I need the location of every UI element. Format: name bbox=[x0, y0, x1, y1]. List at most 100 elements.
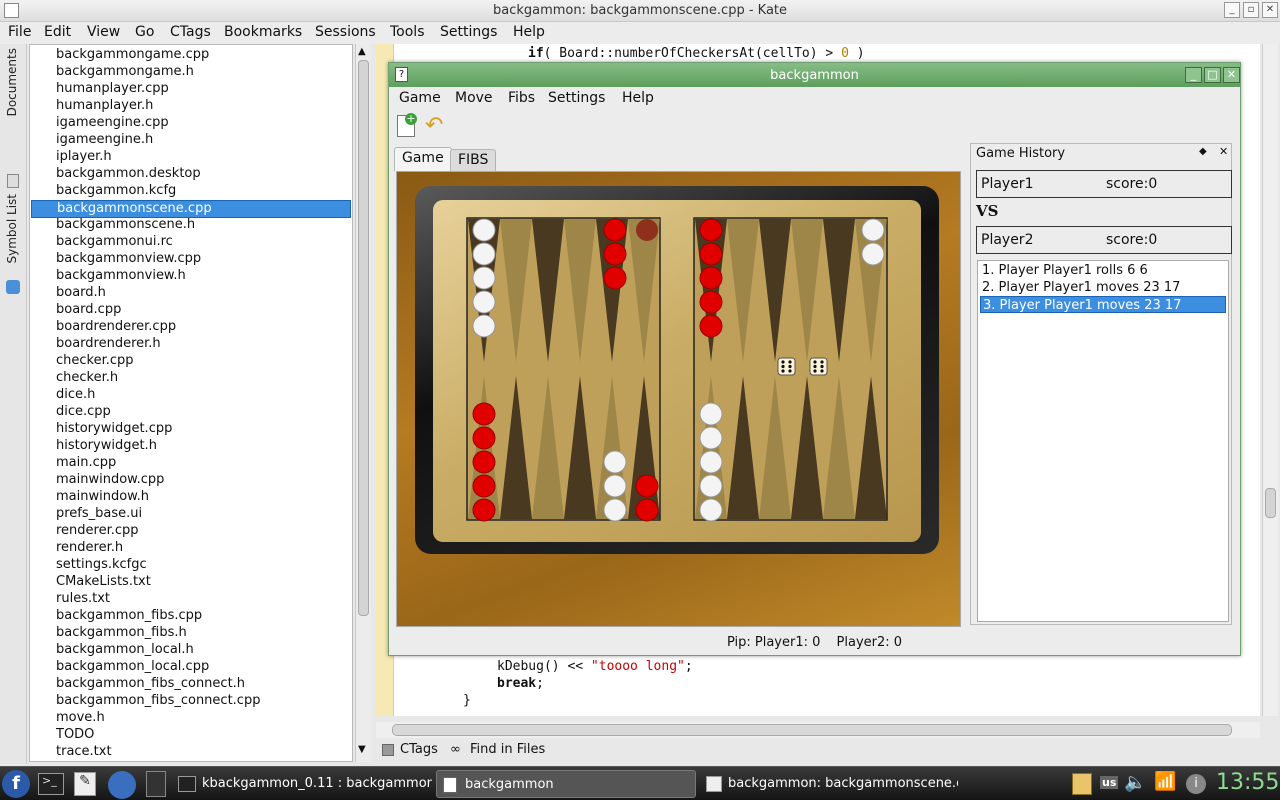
file-item[interactable]: renderer.h bbox=[56, 540, 123, 556]
checker-red-ghost[interactable] bbox=[636, 219, 658, 241]
fedora-menu-icon[interactable]: f bbox=[2, 770, 30, 798]
file-item[interactable]: dice.cpp bbox=[56, 404, 111, 420]
checker-red[interactable] bbox=[603, 218, 627, 242]
network-icon[interactable]: 📶 bbox=[1154, 771, 1176, 792]
file-item[interactable]: board.cpp bbox=[56, 302, 121, 318]
file-item[interactable]: TODO bbox=[56, 727, 94, 743]
terminal-icon[interactable]: >_ bbox=[38, 773, 64, 795]
file-item[interactable]: CMakeLists.txt bbox=[56, 574, 151, 590]
minimize-icon[interactable]: _ bbox=[1224, 2, 1240, 18]
file-item[interactable]: backgammonview.cpp bbox=[56, 251, 201, 267]
tab-game[interactable]: Game bbox=[394, 147, 452, 171]
file-item[interactable]: backgammon.kcfg bbox=[56, 183, 176, 199]
file-item[interactable]: humanplayer.cpp bbox=[56, 81, 169, 97]
checker-white[interactable] bbox=[699, 474, 723, 498]
task-kbackgammon-terminal[interactable]: kbackgammon_0.11 : backgammon bbox=[174, 770, 432, 798]
file-item[interactable]: backgammonview.h bbox=[56, 268, 186, 284]
editor-horizontal-scrollbar[interactable] bbox=[376, 722, 1260, 738]
file-item[interactable]: move.h bbox=[56, 710, 105, 726]
checker-red[interactable] bbox=[472, 402, 496, 426]
tab-ctags[interactable]: CTags bbox=[400, 742, 438, 757]
browser-icon[interactable] bbox=[108, 771, 136, 799]
bg-menu-fibs[interactable]: Fibs bbox=[508, 90, 535, 106]
checker-white[interactable] bbox=[472, 242, 496, 266]
scroll-up-arrow[interactable]: ▲ bbox=[358, 46, 366, 57]
file-item[interactable]: prefs_base.ui bbox=[56, 506, 142, 522]
checker-red[interactable] bbox=[635, 474, 659, 498]
file-item[interactable]: mainwindow.cpp bbox=[56, 472, 164, 488]
menu-bookmarks[interactable]: Bookmarks bbox=[224, 24, 302, 40]
tab-documents[interactable]: Documents bbox=[5, 48, 19, 116]
bg-menu-settings[interactable]: Settings bbox=[548, 90, 605, 106]
history-row[interactable]: 2. Player Player1 moves 23 17 bbox=[980, 279, 1226, 296]
bg-menu-game[interactable]: Game bbox=[399, 90, 441, 106]
file-item[interactable]: backgammon_fibs.cpp bbox=[56, 608, 202, 624]
task-backgammon[interactable]: backgammon bbox=[436, 770, 696, 798]
checker-red[interactable] bbox=[699, 290, 723, 314]
file-item[interactable]: backgammon_local.cpp bbox=[56, 659, 209, 675]
file-item[interactable]: settings.kcfgc bbox=[56, 557, 147, 573]
file-item[interactable]: backgammon_fibs_connect.h bbox=[56, 676, 245, 692]
file-item[interactable]: main.cpp bbox=[56, 455, 116, 471]
checker-red[interactable] bbox=[472, 450, 496, 474]
editor-vertical-scrollbar[interactable] bbox=[1262, 44, 1278, 716]
move-history-list[interactable]: 1. Player Player1 rolls 6 6 2. Player Pl… bbox=[977, 260, 1229, 622]
task-kate[interactable]: backgammon: backgammonscene.c bbox=[700, 770, 958, 798]
bg-maximize-icon[interactable]: □ bbox=[1204, 67, 1221, 83]
file-item[interactable]: mainwindow.h bbox=[56, 489, 149, 505]
checker-red[interactable] bbox=[472, 474, 496, 498]
checker-white[interactable] bbox=[699, 498, 723, 522]
file-item[interactable]: backgammonui.rc bbox=[56, 234, 173, 250]
file-item[interactable]: backgammon.desktop bbox=[56, 166, 201, 182]
file-item[interactable]: boardrenderer.h bbox=[56, 336, 161, 352]
file-item[interactable]: renderer.cpp bbox=[56, 523, 139, 539]
checker-red[interactable] bbox=[603, 266, 627, 290]
checker-white[interactable] bbox=[603, 474, 627, 498]
menu-help[interactable]: Help bbox=[513, 24, 545, 40]
file-item[interactable]: backgammon_fibs_connect.cpp bbox=[56, 693, 260, 709]
file-item-selected[interactable]: backgammonscene.cpp bbox=[31, 200, 351, 218]
menu-tools[interactable]: Tools bbox=[390, 24, 425, 40]
scroll-thumb[interactable] bbox=[358, 60, 369, 616]
file-item[interactable]: backgammongame.h bbox=[56, 64, 194, 80]
checker-white[interactable] bbox=[472, 314, 496, 338]
checker-red[interactable] bbox=[699, 242, 723, 266]
editor-scroll-thumb[interactable] bbox=[1265, 488, 1276, 518]
checker-white[interactable] bbox=[472, 290, 496, 314]
file-item[interactable]: backgammongame.cpp bbox=[56, 47, 209, 63]
menu-ctags[interactable]: CTags bbox=[170, 24, 211, 40]
tab-fibs[interactable]: FIBS bbox=[450, 149, 497, 171]
checker-white[interactable] bbox=[699, 450, 723, 474]
clock[interactable]: 13:55 bbox=[1216, 770, 1279, 795]
history-close-icon[interactable]: ✕ bbox=[1219, 145, 1228, 158]
checker-white[interactable] bbox=[861, 218, 885, 242]
pager-icon[interactable] bbox=[146, 771, 166, 797]
file-item[interactable]: checker.cpp bbox=[56, 353, 134, 369]
menu-file[interactable]: File bbox=[8, 24, 31, 40]
tab-symbol-list[interactable]: Symbol List bbox=[5, 194, 19, 264]
menu-settings[interactable]: Settings bbox=[440, 24, 497, 40]
file-item[interactable]: iplayer.h bbox=[56, 149, 112, 165]
menu-go[interactable]: Go bbox=[135, 24, 154, 40]
file-item[interactable]: dice.h bbox=[56, 387, 95, 403]
bg-menu-help[interactable]: Help bbox=[622, 90, 654, 106]
file-item[interactable]: historywidget.h bbox=[56, 438, 157, 454]
checker-red[interactable] bbox=[603, 242, 627, 266]
history-row[interactable]: 1. Player Player1 rolls 6 6 bbox=[980, 262, 1226, 279]
history-row-selected[interactable]: 3. Player Player1 moves 23 17 bbox=[980, 296, 1226, 313]
clipboard-icon[interactable] bbox=[1072, 773, 1092, 795]
checker-red[interactable] bbox=[635, 498, 659, 522]
volume-icon[interactable]: 🔈 bbox=[1124, 772, 1146, 793]
file-item[interactable]: backgammonscene.h bbox=[56, 217, 195, 233]
checker-red[interactable] bbox=[472, 498, 496, 522]
bg-close-icon[interactable]: ✕ bbox=[1223, 67, 1240, 83]
file-item[interactable]: board.h bbox=[56, 285, 106, 301]
menu-sessions[interactable]: Sessions bbox=[315, 24, 376, 40]
editor-hscroll-thumb[interactable] bbox=[392, 724, 1232, 736]
scroll-down-arrow[interactable]: ▼ bbox=[358, 744, 366, 755]
checker-white[interactable] bbox=[603, 450, 627, 474]
checker-red[interactable] bbox=[699, 266, 723, 290]
file-item[interactable]: boardrenderer.cpp bbox=[56, 319, 176, 335]
tab-find-in-files[interactable]: Find in Files bbox=[470, 742, 545, 757]
file-item[interactable]: trace.txt bbox=[56, 744, 112, 760]
